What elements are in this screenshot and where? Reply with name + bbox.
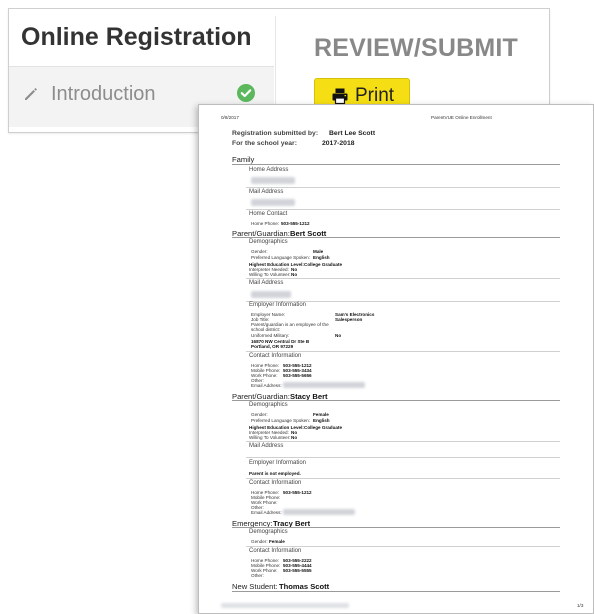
pencil-icon xyxy=(25,88,37,100)
em-other-label: Other: xyxy=(251,573,264,578)
pg2-volunteer-label: Willing To Volunteer: xyxy=(249,435,291,440)
pg2-edu: College Graduate xyxy=(304,425,343,430)
pg2-lang: English xyxy=(313,418,330,423)
new-student-label: New Student: xyxy=(232,582,278,591)
pg2-volunteer: No xyxy=(291,435,298,440)
pg2-not-employed: Parent is not employed. xyxy=(249,471,301,476)
pg1-work: 503-555-5656 xyxy=(283,373,312,378)
pg1-email-label: Email Address: xyxy=(251,383,282,388)
home-phone: 503-555-1212 xyxy=(281,221,310,226)
pg2-employer-heading: Employer Information xyxy=(249,460,307,466)
gender-label: Gender: xyxy=(251,249,268,254)
pg1-gender: Male xyxy=(313,249,324,254)
submitted-by-label: Registration submitted by: xyxy=(232,130,319,137)
home-contact-label: Home Contact xyxy=(249,211,288,217)
school-year: 2017-2018 xyxy=(322,140,355,147)
em-demographics-label: Demographics xyxy=(249,529,288,535)
home-phone-label: Home Phone: xyxy=(251,221,280,226)
mail-address-label: Mail Address xyxy=(249,189,284,195)
pg2-lang-label: Preferred Language Spoken: xyxy=(251,418,310,423)
em-gender: Female xyxy=(269,539,285,544)
pg2-demographics-label: Demographics xyxy=(249,402,288,408)
doc-date: 0/8/2017 xyxy=(221,115,239,120)
pg2-home-phone: 503-555-1212 xyxy=(283,490,312,495)
doc-header-title: ParentVUE Online Enrollment xyxy=(431,115,492,120)
section-title: REVIEW/SUBMIT xyxy=(314,34,518,62)
pg2-email-label: Email Address: xyxy=(251,510,282,515)
page-number: 1/3 xyxy=(577,603,584,608)
school-year-label: For the school year: xyxy=(232,140,297,147)
em-contact-heading: Contact Information xyxy=(249,548,302,554)
pg1-employer-heading: Employer Information xyxy=(249,302,307,308)
uniformed-label: Uniformed Military: xyxy=(251,333,290,338)
home-address-label: Home Address xyxy=(249,167,289,173)
lang-label: Preferred Language Spoken: xyxy=(251,255,310,260)
pg1-contact-heading: Contact Information xyxy=(249,353,302,359)
pg2-gender-label: Gender: xyxy=(251,412,268,417)
employer-address-2: Portland, OR 97229 xyxy=(251,344,294,349)
printer-icon xyxy=(332,88,348,105)
pg1-mail-label: Mail Address xyxy=(249,280,284,286)
submitted-by: Bert Lee Scott xyxy=(329,130,376,137)
pg2-gender: Female xyxy=(313,412,329,417)
demographics-label: Demographics xyxy=(249,239,288,245)
pg2-contact-heading: Contact Information xyxy=(249,480,302,486)
app-title: Online Registration xyxy=(21,23,252,51)
new-student-name: Thomas Scott xyxy=(279,582,330,591)
check-circle-icon xyxy=(237,84,255,102)
district-emp-label-2: school district: xyxy=(251,327,281,332)
pg1-edu: College Graduate xyxy=(304,262,343,267)
job-title: Salesperson xyxy=(335,317,363,322)
printed-document[interactable]: 0/8/2017 ParentVUE Online Enrollment Reg… xyxy=(198,104,594,614)
pg2-mail-label: Mail Address xyxy=(249,443,284,449)
sidebar-item-label: Introduction xyxy=(51,83,156,105)
pg1-volunteer: No xyxy=(291,272,298,277)
family-heading: Family xyxy=(232,155,255,164)
pg1-lang: English xyxy=(313,255,330,260)
uniformed-value: No xyxy=(335,333,342,338)
volunteer-label: Willing To Volunteer: xyxy=(249,272,291,277)
em-gender-label: Gender: xyxy=(251,539,268,544)
em-work: 503-555-5555 xyxy=(283,568,312,573)
